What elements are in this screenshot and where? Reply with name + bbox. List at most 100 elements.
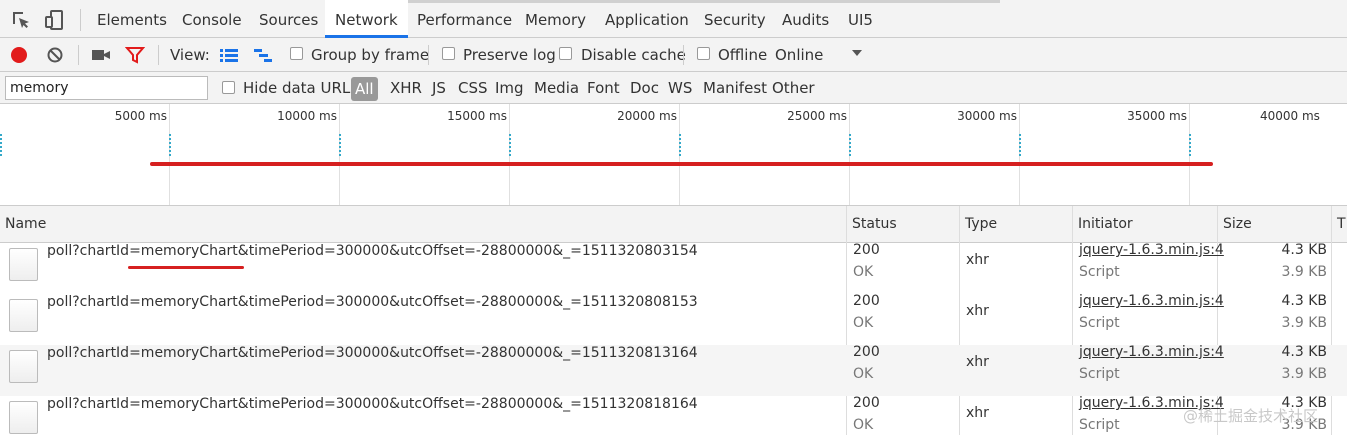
table-row[interactable]: poll?chartId=memoryChart&timePeriod=3000… — [0, 344, 1347, 396]
camera-icon[interactable] — [90, 45, 112, 67]
filter-type-other[interactable]: Other — [772, 72, 815, 103]
initiator-link[interactable]: jquery-1.6.3.min.js:4 — [1079, 344, 1224, 360]
request-type: xhr — [966, 354, 989, 370]
initiator-link[interactable]: jquery-1.6.3.min.js:4 — [1079, 293, 1224, 309]
large-rows-icon[interactable] — [218, 45, 240, 67]
request-type: xhr — [966, 252, 989, 268]
table-row[interactable]: poll?chartId=memoryChart&timePeriod=3000… — [0, 395, 1347, 435]
request-name[interactable]: poll?chartId=memoryChart&timePeriod=3000… — [47, 294, 698, 310]
preserve-log-label: Preserve log — [463, 46, 556, 64]
hide-data-urls-checkbox[interactable] — [222, 81, 235, 94]
devtools-tab-bar: Elements Console Sources Network Perform… — [0, 0, 1347, 38]
filter-type-img[interactable]: Img — [495, 72, 524, 103]
column-header-status[interactable]: Status — [847, 206, 959, 242]
document-icon — [9, 350, 38, 383]
requests-table-header: Name Status Type Initiator Size T — [0, 206, 1347, 243]
annotation-underline-memorychart — [128, 266, 244, 269]
filter-type-css[interactable]: CSS — [458, 72, 488, 103]
tab-console[interactable]: Console — [172, 0, 252, 37]
column-header-type[interactable]: Type — [960, 206, 1072, 242]
timeline-tick-label: 25000 ms — [787, 109, 847, 123]
table-row[interactable]: poll?chartId=memoryChart&timePeriod=3000… — [0, 293, 1347, 345]
annotation-underline-timeline — [150, 162, 1213, 166]
transfer-size: 4.3 KB — [1281, 242, 1328, 258]
column-header-size[interactable]: Size — [1218, 206, 1331, 242]
disable-cache-checkbox[interactable] — [559, 47, 572, 60]
initiator-type: Script — [1079, 417, 1120, 433]
filter-type-manifest[interactable]: Manifest — [703, 72, 767, 103]
tab-separator — [80, 9, 81, 31]
view-label: View: — [170, 46, 210, 64]
document-icon — [9, 401, 38, 434]
column-header-initiator[interactable]: Initiator — [1073, 206, 1217, 242]
content-size: 3.9 KB — [1281, 366, 1328, 382]
status-code: 200 — [853, 344, 880, 360]
offline-checkbox[interactable] — [697, 47, 710, 60]
request-name[interactable]: poll?chartId=memoryChart&timePeriod=3000… — [47, 396, 698, 412]
content-size: 3.9 KB — [1281, 315, 1328, 331]
tab-audits[interactable]: Audits — [772, 0, 839, 37]
tab-performance[interactable]: Performance — [407, 0, 522, 37]
timeline-overview[interactable]: 5000 ms 10000 ms 15000 ms 20000 ms 25000… — [0, 104, 1347, 206]
status-text: OK — [853, 315, 874, 331]
toolbar-separator — [428, 45, 429, 65]
toolbar-separator — [78, 45, 79, 65]
filter-icon[interactable] — [124, 45, 147, 67]
request-name[interactable]: poll?chartId=memoryChart&timePeriod=3000… — [47, 345, 698, 361]
toolbar-separator — [683, 45, 684, 65]
inspect-element-icon[interactable] — [10, 9, 32, 31]
filter-input[interactable] — [5, 76, 208, 100]
record-icon[interactable] — [9, 45, 31, 67]
throttling-select[interactable]: Online — [775, 38, 823, 71]
watermark: @稀土掘金技术社区 — [1183, 407, 1319, 425]
dropdown-arrow-icon[interactable] — [850, 46, 872, 68]
filter-type-ws[interactable]: WS — [668, 72, 692, 103]
filter-type-media[interactable]: Media — [534, 72, 579, 103]
request-blip — [509, 134, 511, 156]
tab-application[interactable]: Application — [595, 0, 699, 37]
content-size: 3.9 KB — [1281, 264, 1328, 280]
hide-data-urls-label: Hide data URLs — [243, 79, 359, 97]
filter-type-doc[interactable]: Doc — [630, 72, 659, 103]
filter-type-xhr[interactable]: XHR — [390, 72, 422, 103]
tab-elements[interactable]: Elements — [87, 0, 177, 37]
filter-type-font[interactable]: Font — [587, 72, 620, 103]
status-text: OK — [853, 264, 874, 280]
request-blip — [339, 134, 341, 156]
group-by-frame-checkbox[interactable] — [290, 47, 303, 60]
offline-label: Offline — [718, 46, 768, 64]
waterfall-icon[interactable] — [252, 45, 274, 67]
request-blip — [169, 134, 171, 156]
status-text: OK — [853, 366, 874, 382]
initiator-type: Script — [1079, 366, 1120, 382]
disable-cache-label: Disable cache — [581, 46, 686, 64]
request-blip — [849, 134, 851, 156]
initiator-type: Script — [1079, 264, 1120, 280]
column-header-name[interactable]: Name — [0, 206, 846, 242]
request-type: xhr — [966, 303, 989, 319]
tab-network[interactable]: Network — [325, 0, 408, 38]
clear-icon[interactable] — [45, 45, 67, 67]
request-name[interactable]: poll?chartId=memoryChart&timePeriod=3000… — [47, 243, 698, 259]
status-code: 200 — [853, 395, 880, 411]
column-header-time[interactable]: T — [1332, 206, 1347, 242]
transfer-size: 4.3 KB — [1281, 344, 1328, 360]
timeline-tick-label: 35000 ms — [1127, 109, 1187, 123]
request-blip — [0, 134, 2, 156]
tab-security[interactable]: Security — [694, 0, 776, 37]
preserve-log-checkbox[interactable] — [442, 47, 455, 60]
timeline-tick-label: 5000 ms — [114, 109, 167, 123]
initiator-link[interactable]: jquery-1.6.3.min.js:4 — [1079, 242, 1224, 258]
tab-ui5[interactable]: UI5 — [838, 0, 883, 37]
document-icon — [9, 299, 38, 332]
filter-type-js[interactable]: JS — [432, 72, 446, 103]
tab-memory[interactable]: Memory — [515, 0, 596, 37]
filter-type-all[interactable]: All — [351, 77, 378, 101]
network-toolbar: View: Group by frame Preserve log Disabl… — [0, 38, 1347, 72]
status-code: 200 — [853, 242, 880, 258]
tab-sources[interactable]: Sources — [249, 0, 328, 37]
device-toolbar-icon[interactable] — [44, 9, 66, 31]
table-row[interactable]: poll?chartId=memoryChart&timePeriod=3000… — [0, 242, 1347, 294]
filter-bar: Hide data URLs All XHR JS CSS Img Media … — [0, 72, 1347, 104]
request-blip — [679, 134, 681, 156]
